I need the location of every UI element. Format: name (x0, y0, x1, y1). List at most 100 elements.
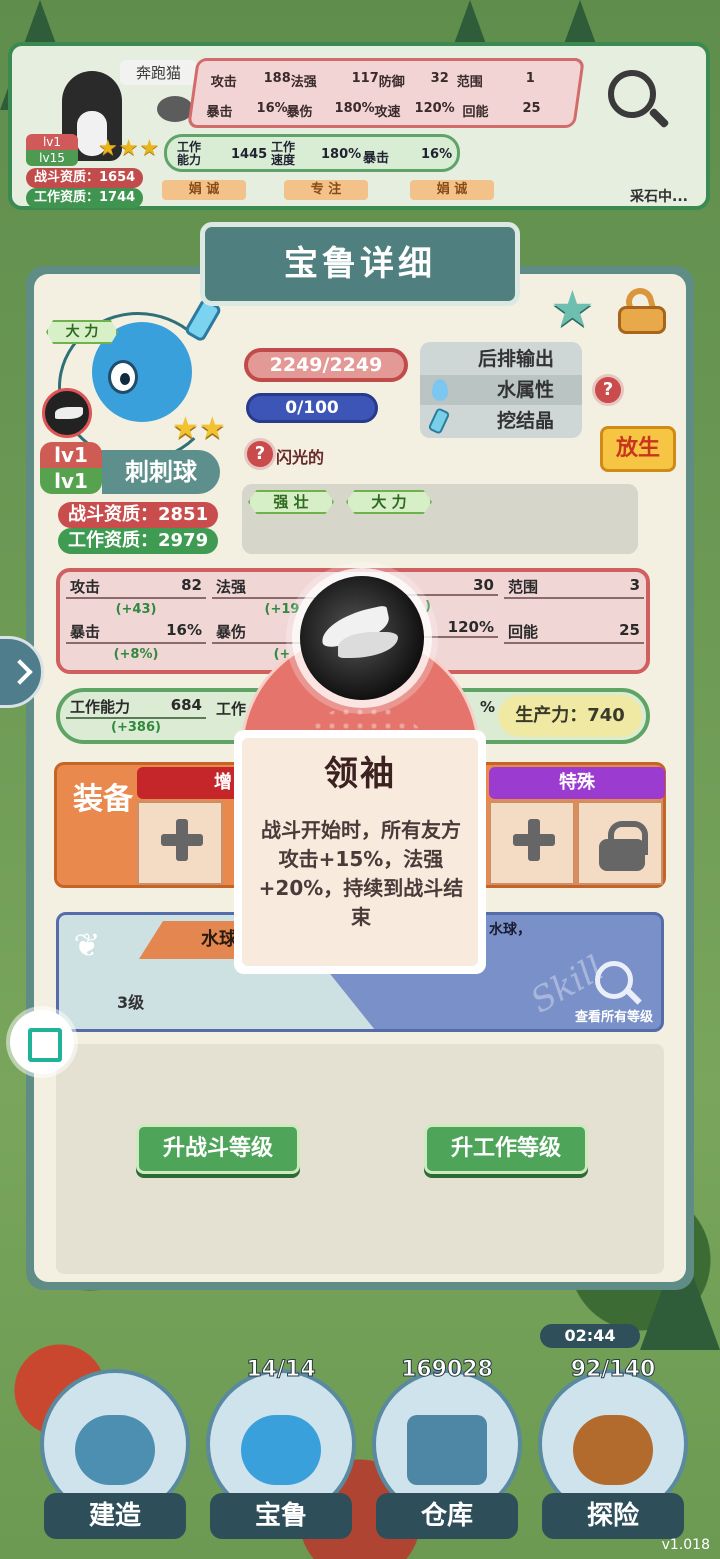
combat-stat-box: 攻击 188 法强 117 防御 32 范围 1 暴击 16% 暴伤 180% … (187, 58, 585, 128)
popup-title: 领袖 (324, 754, 396, 794)
nav-warehouse[interactable]: 169028 仓库 (372, 1339, 522, 1539)
skill-level: 3级 (117, 993, 145, 1012)
productivity: 生产力：740 (498, 695, 642, 737)
search-icon[interactable] (595, 961, 633, 999)
plus-icon (161, 819, 203, 861)
stat-bonus: (+43) (115, 602, 157, 617)
plus-icon (513, 819, 555, 861)
stat-value: 3 (629, 576, 640, 594)
trait-chip: 娟 诚 (162, 180, 246, 200)
trait-tag[interactable]: 强 壮 (248, 490, 334, 514)
stat-bonus: (+386) (111, 720, 161, 735)
battle-level: lv1 (26, 134, 78, 150)
help-icon[interactable]: ? (244, 438, 276, 470)
nav-count: 14/14 (246, 1357, 316, 1383)
trait-tag[interactable]: 大 力 (346, 490, 432, 514)
hp-bar: 2249/2249 (244, 348, 408, 382)
traits-area: 强 壮 大 力 (242, 484, 638, 554)
nav-pets[interactable]: 14/14 宝鲁 (206, 1339, 356, 1539)
work-aptitude: 工作资质：1744 (26, 188, 144, 208)
leader-dove-icon[interactable] (42, 388, 92, 438)
stat-row: 攻击 188 法强 117 防御 32 范围 1 (211, 71, 569, 90)
bottom-nav: 建造 14/14 宝鲁 169028 仓库 92/140 探险 (40, 1339, 690, 1539)
lock-icon (599, 821, 648, 871)
star-icon: ★ (98, 136, 118, 161)
stat-row: 暴击 16% 暴伤 180% 攻速 120% 回能 25 (207, 101, 565, 120)
attribute-box: 后排输出 水属性 挖结晶 (420, 342, 582, 438)
nav-label: 建造 (44, 1493, 186, 1539)
work-level: lv15 (26, 150, 78, 166)
work-type-label: 挖结晶 (496, 410, 554, 432)
flash-label: 闪光的 (276, 448, 325, 467)
stat-label: 工作 能力 (177, 140, 202, 167)
stat-value: 82 (181, 576, 202, 594)
level-badges: lv1 lv15 (26, 134, 78, 166)
panel-title: 宝鲁详细 (200, 222, 520, 306)
chest-icon (407, 1415, 487, 1485)
worker-card[interactable]: 奔跑猫 lv1 lv15 ★ ★ ★ 战斗资质：1654 工作资质：1744 攻… (8, 42, 710, 210)
stat-bonus (504, 599, 644, 621)
nav-label: 探险 (542, 1493, 684, 1539)
skill-tree-icon: ❦ (73, 926, 101, 964)
battle-aptitude: 战斗资质：1654 (26, 168, 144, 188)
water-drop-icon (432, 379, 448, 401)
stat-label: 暴击 (363, 151, 390, 166)
nav-explore[interactable]: 92/140 探险 (538, 1339, 688, 1539)
battle-level: lv1 (40, 442, 102, 468)
cube-icon[interactable] (10, 1010, 74, 1074)
nav-count: 169028 (401, 1357, 494, 1383)
pet-name[interactable]: 刺刺球 (102, 450, 220, 494)
pet-eye (108, 360, 138, 394)
unlock-icon[interactable] (618, 284, 668, 334)
stat-label: 回能 (508, 623, 539, 641)
version-label: v1.018 (661, 1537, 710, 1553)
release-button[interactable]: 放生 (600, 426, 676, 472)
stat-value: 117 (351, 71, 379, 86)
skill-work-row: 挖结晶 (420, 406, 582, 436)
element-label: 水属性 (496, 379, 554, 401)
stat-bonus (504, 644, 644, 666)
crystal-icon (427, 407, 451, 435)
work-status: 采石中... (630, 189, 688, 205)
upgrade-battle-level-button[interactable]: 升战斗等级 (136, 1124, 300, 1174)
build-icon (75, 1415, 155, 1485)
stat-label: 暴击 (70, 623, 101, 641)
skill-popup[interactable]: 领袖 战斗开始时，所有友方攻击+15%，法强+20%，持续到战斗结束 (232, 560, 488, 974)
equip-slot[interactable] (137, 801, 223, 885)
star-icon: ★ (118, 136, 139, 161)
battle-aptitude: 战斗资质：2851 (58, 502, 219, 528)
stat-value: 1445 (231, 147, 268, 162)
stat-label: 工作 速度 (271, 140, 296, 167)
pet-name: 奔跑猫 (120, 60, 198, 85)
stat-value: 180% (321, 147, 362, 162)
view-all-levels-link[interactable]: 查看所有等级 (575, 1006, 653, 1025)
nav-build[interactable]: 建造 (40, 1339, 190, 1539)
popup-card: 领袖 战斗开始时，所有友方攻击+15%，法强+20%，持续到战斗结束 (234, 730, 486, 974)
stat-label: 工作能力 (70, 698, 131, 716)
work-level: lv1 (40, 468, 102, 494)
stat-value: 1 (525, 71, 535, 86)
stat-cell: 攻击 82 (+43) 暴击 16% (+8%) (66, 576, 206, 666)
element-row: 水属性 (420, 375, 582, 405)
rarity-stars: ★ ★ ★ (98, 138, 159, 160)
upgrade-work-level-button[interactable]: 升工作等级 (424, 1124, 588, 1174)
energy-bar: 0/100 (246, 393, 378, 423)
stat-value: 120% (414, 101, 455, 116)
stat-value: 188 (263, 71, 291, 86)
nav-label: 宝鲁 (210, 1493, 352, 1539)
stat-value: 25 (619, 621, 640, 639)
equip-slot[interactable] (489, 801, 575, 885)
trait-tag: 大 力 (46, 320, 118, 344)
role-label: 后排输出 (477, 348, 554, 370)
stat-label: 攻击 (70, 578, 101, 596)
stat-value: 180% (334, 101, 375, 116)
stat-value: 25 (522, 101, 541, 116)
popup-description: 战斗开始时，所有友方攻击+15%，法强+20%，持续到战斗结束 (258, 818, 464, 929)
level-badges: lv1 lv1 (40, 442, 102, 494)
stat-value: 32 (430, 71, 449, 86)
help-icon[interactable]: ? (592, 374, 624, 406)
search-icon[interactable] (608, 70, 656, 118)
equip-slot-locked[interactable] (577, 801, 663, 885)
favorite-star-icon[interactable]: ★ (550, 284, 595, 334)
stat-value: 16% (256, 101, 288, 116)
